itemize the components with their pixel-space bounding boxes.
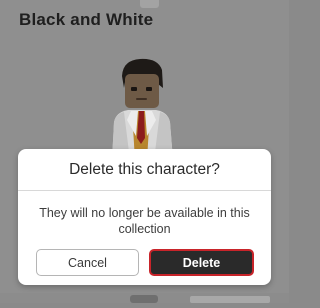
- dialog-divider: [18, 190, 271, 191]
- character-preview: [0, 40, 289, 160]
- cancel-button[interactable]: Cancel: [36, 249, 139, 276]
- bottom-strip: [0, 290, 289, 303]
- delete-button[interactable]: Delete: [149, 249, 254, 276]
- delete-character-dialog: Delete this character? They will no long…: [18, 149, 271, 285]
- dialog-message: They will no longer be available in this…: [39, 206, 250, 236]
- page-title: Black and White: [19, 10, 154, 29]
- dialog-title: Delete this character?: [69, 161, 220, 178]
- character-avatar: [112, 58, 173, 160]
- top-tab-handle: [140, 0, 159, 8]
